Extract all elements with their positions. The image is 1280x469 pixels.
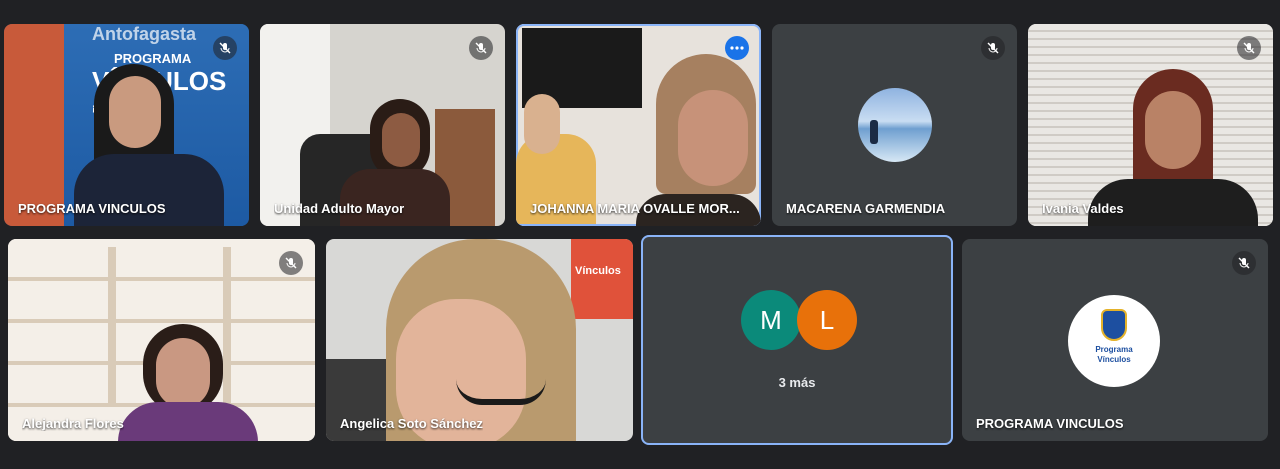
avatar-letter-m: M <box>741 290 801 350</box>
participant-name: Angelica Soto Sánchez <box>340 416 484 431</box>
participant-tile[interactable]: Ivania Valdes <box>1028 24 1273 226</box>
person-figure <box>326 239 586 441</box>
participant-tile[interactable]: Alejandra Flores <box>8 239 315 441</box>
participant-tile-active[interactable]: JOHANNA MARIA OVALLE MOR... <box>516 24 761 226</box>
person-figure <box>118 324 268 441</box>
participant-name: MACARENA GARMENDIA <box>786 201 946 216</box>
participant-tile[interactable]: Antofagasta PROGRAMA VÍNCULOS ¡La Pe PRO… <box>4 24 249 226</box>
more-options-icon[interactable] <box>725 36 749 60</box>
program-logo: Programa Vínculos <box>1068 295 1160 387</box>
mic-off-icon <box>1237 36 1261 60</box>
headset-icon <box>456 379 546 405</box>
avatar-letter-l: L <box>797 290 857 350</box>
shelf-items <box>108 247 116 407</box>
mic-off-icon <box>981 36 1005 60</box>
participant-name: PROGRAMA VINCULOS <box>18 201 166 216</box>
participant-name: Unidad Adulto Mayor <box>274 201 405 216</box>
participant-tile[interactable]: Vínculos Angelica Soto Sánchez <box>326 239 633 441</box>
participant-name: PROGRAMA VINCULOS <box>976 416 1124 431</box>
mic-off-icon <box>213 36 237 60</box>
shield-icon <box>1101 309 1127 341</box>
participant-tile[interactable]: Programa Vínculos PROGRAMA VINCULOS <box>962 239 1268 441</box>
banner-left-stripe <box>4 24 64 226</box>
participant-tile[interactable]: Unidad Adulto Mayor <box>260 24 505 226</box>
mic-off-icon <box>279 251 303 275</box>
avatar <box>858 88 932 162</box>
participant-name: JOHANNA MARIA OVALLE MOR... <box>530 201 740 216</box>
mic-off-icon <box>1232 251 1256 275</box>
participant-name: Alejandra Flores <box>22 416 124 431</box>
overflow-count-label: 3 más <box>778 375 816 390</box>
mic-off-icon <box>469 36 493 60</box>
participant-tile[interactable]: MACARENA GARMENDIA <box>772 24 1017 226</box>
participant-name: Ivania Valdes <box>1042 201 1124 216</box>
overflow-participants-tile[interactable]: M L 3 más <box>641 235 953 445</box>
